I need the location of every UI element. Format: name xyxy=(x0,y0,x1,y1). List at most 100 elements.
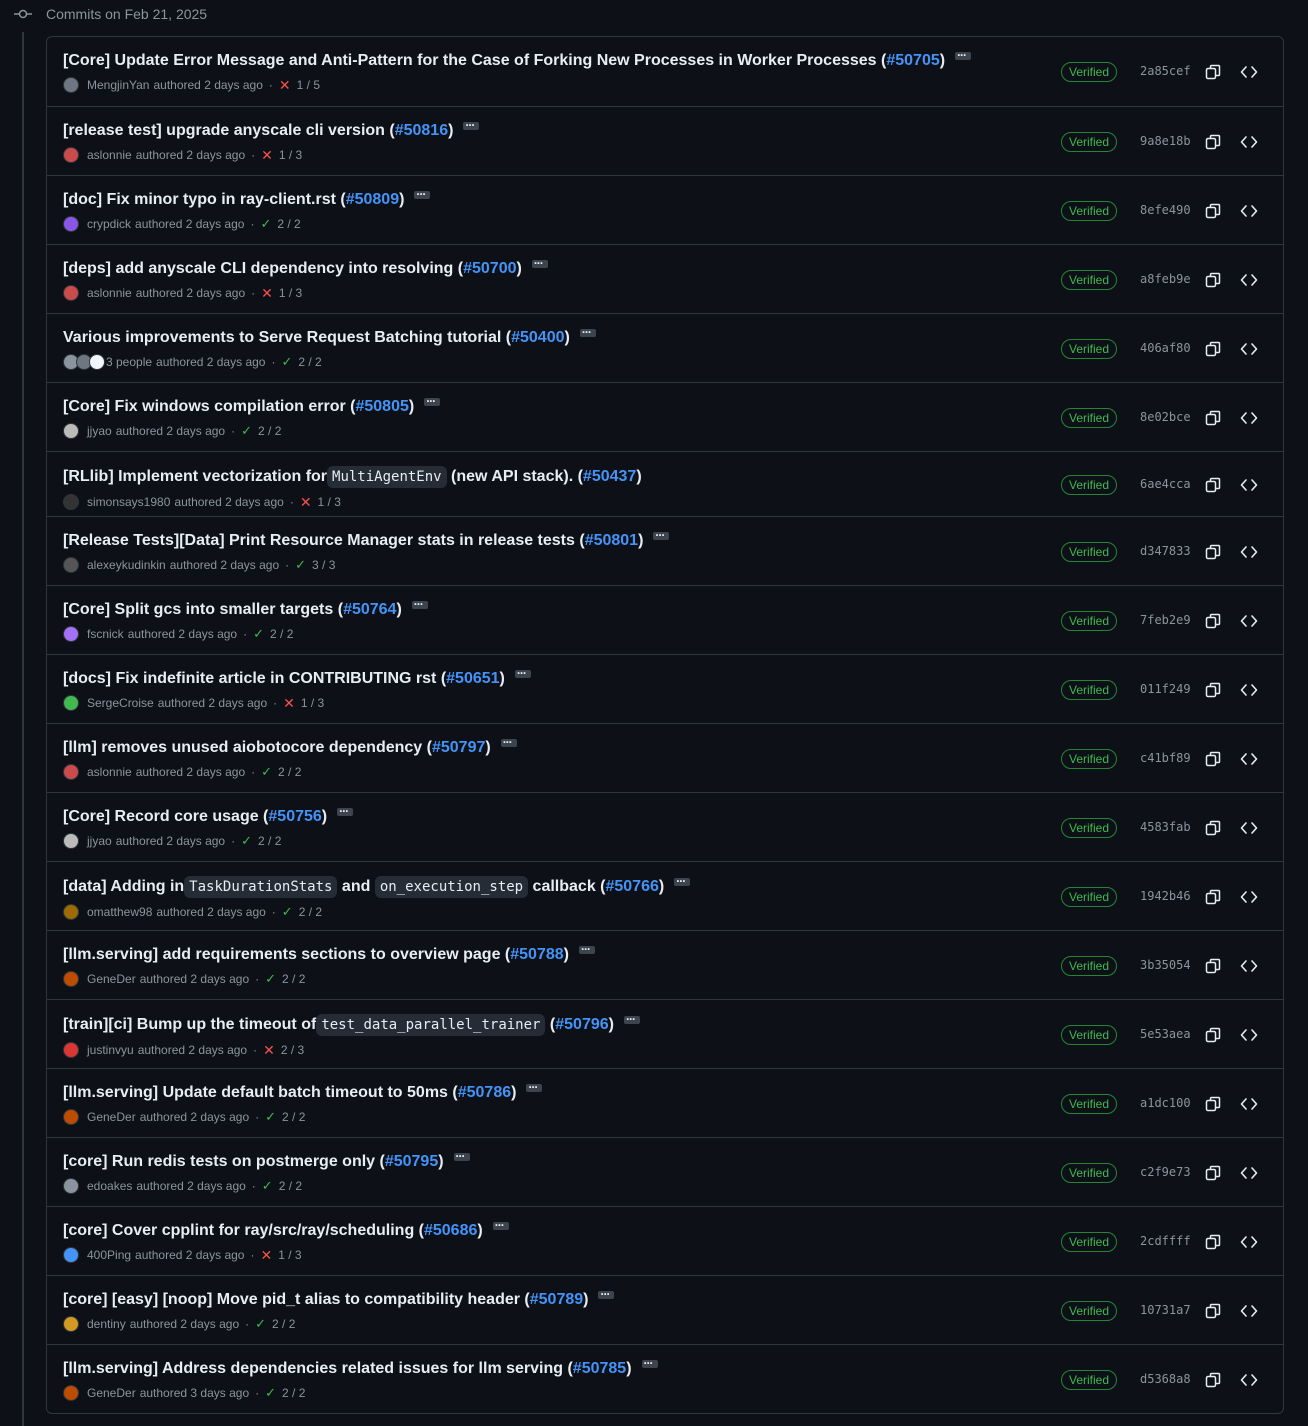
commit-sha[interactable]: a1dc100 xyxy=(1140,1096,1191,1110)
checks-count[interactable]: 1 / 3 xyxy=(301,696,324,710)
commit-sha[interactable]: 5e53aea xyxy=(1140,1027,1191,1041)
commit-title[interactable]: [RLlib] Implement vectorization for Mult… xyxy=(63,466,1083,488)
copy-icon[interactable] xyxy=(1205,889,1221,905)
author-name[interactable]: MengjinYan xyxy=(87,78,149,92)
checks-count[interactable]: 2 / 2 xyxy=(298,355,321,369)
copy-icon[interactable] xyxy=(1205,1096,1221,1112)
commit-sha[interactable]: 011f249 xyxy=(1140,682,1191,696)
check-icon[interactable]: ✓ xyxy=(261,765,272,778)
commit-sha[interactable]: c2f9e73 xyxy=(1140,1165,1191,1179)
x-icon[interactable]: ✕ xyxy=(263,1043,275,1057)
author-name[interactable]: omatthew98 xyxy=(87,905,152,919)
pull-request-link[interactable]: #50796 xyxy=(555,1015,608,1035)
avatar[interactable] xyxy=(63,1109,79,1125)
expand-description-button[interactable] xyxy=(411,594,428,614)
copy-icon[interactable] xyxy=(1205,410,1221,426)
expand-description-button[interactable] xyxy=(653,525,670,545)
pull-request-link[interactable]: #50797 xyxy=(432,738,485,758)
commit-title[interactable]: [llm.serving] add requirements sections … xyxy=(63,939,1083,965)
commit-title[interactable]: [Core] Update Error Message and Anti-Pat… xyxy=(63,45,1083,71)
check-icon[interactable]: ✓ xyxy=(265,972,276,985)
verified-badge[interactable]: Verified xyxy=(1061,1231,1118,1252)
commit-title[interactable]: [llm.serving] Address dependencies relat… xyxy=(63,1353,1083,1379)
commit-title[interactable]: [Core] Record core usage (#50756) xyxy=(63,801,1083,827)
commit-title[interactable]: [llm.serving] Update default batch timeo… xyxy=(63,1077,1083,1103)
checks-count[interactable]: 1 / 3 xyxy=(279,148,302,162)
copy-icon[interactable] xyxy=(1205,1372,1221,1388)
pull-request-link[interactable]: #50686 xyxy=(424,1221,477,1241)
commit-title-text[interactable]: [data] Adding in xyxy=(63,877,184,897)
commit-title[interactable]: [core] Run redis tests on postmerge only… xyxy=(63,1146,1083,1172)
copy-icon[interactable] xyxy=(1205,1234,1221,1250)
author-name[interactable]: aslonnie xyxy=(87,148,132,162)
avatar[interactable] xyxy=(63,285,79,301)
avatar[interactable] xyxy=(63,494,79,510)
copy-icon[interactable] xyxy=(1205,682,1221,698)
commit-title-text[interactable]: [doc] Fix minor typo in ray-client.rst ( xyxy=(63,190,346,210)
author-name[interactable]: alexeykudinkin xyxy=(87,558,166,572)
commit-title-text[interactable]: [train][ci] Bump up the timeout of xyxy=(63,1015,316,1035)
pull-request-link[interactable]: #50651 xyxy=(446,669,499,689)
browse-files-icon[interactable] xyxy=(1240,751,1258,767)
checks-count[interactable]: 1 / 3 xyxy=(279,286,302,300)
verified-badge[interactable]: Verified xyxy=(1061,541,1118,562)
author-name[interactable]: aslonnie xyxy=(87,286,132,300)
browse-files-icon[interactable] xyxy=(1240,958,1258,974)
copy-icon[interactable] xyxy=(1205,751,1221,767)
commit-title-text[interactable]: [llm.serving] add requirements sections … xyxy=(63,945,510,965)
verified-badge[interactable]: Verified xyxy=(1061,1369,1118,1390)
pull-request-link[interactable]: #50788 xyxy=(510,945,563,965)
checks-count[interactable]: 3 / 3 xyxy=(312,558,335,572)
avatar[interactable] xyxy=(63,971,79,987)
verified-badge[interactable]: Verified xyxy=(1061,886,1118,907)
author-name[interactable]: GeneDer xyxy=(87,1386,136,1400)
verified-badge[interactable]: Verified xyxy=(1061,474,1118,495)
browse-files-icon[interactable] xyxy=(1240,134,1258,150)
expand-description-button[interactable] xyxy=(578,939,595,959)
expand-description-button[interactable] xyxy=(955,45,972,65)
checks-count[interactable]: 2 / 2 xyxy=(277,217,300,231)
commit-title-text[interactable]: [Core] Record core usage ( xyxy=(63,807,268,827)
commit-title[interactable]: [llm] removes unused aiobotocore depende… xyxy=(63,732,1083,758)
avatar[interactable] xyxy=(63,1178,79,1194)
avatar[interactable] xyxy=(63,557,79,573)
commit-title-text[interactable]: [Core] Split gcs into smaller targets ( xyxy=(63,600,343,620)
browse-files-icon[interactable] xyxy=(1240,410,1258,426)
commit-sha[interactable]: 1942b46 xyxy=(1140,889,1191,903)
expand-description-button[interactable] xyxy=(598,1284,615,1304)
x-icon[interactable]: ✕ xyxy=(261,148,273,162)
avatar[interactable] xyxy=(63,695,79,711)
checks-count[interactable]: 2 / 2 xyxy=(282,1386,305,1400)
x-icon[interactable]: ✕ xyxy=(300,495,312,509)
copy-icon[interactable] xyxy=(1205,203,1221,219)
expand-description-button[interactable] xyxy=(500,732,517,752)
pull-request-link[interactable]: #50700 xyxy=(463,259,516,279)
check-icon[interactable]: ✓ xyxy=(241,424,252,437)
check-icon[interactable]: ✓ xyxy=(281,355,292,368)
browse-files-icon[interactable] xyxy=(1240,1096,1258,1112)
verified-badge[interactable]: Verified xyxy=(1061,1093,1118,1114)
avatar[interactable] xyxy=(63,216,79,232)
verified-badge[interactable]: Verified xyxy=(1061,61,1118,82)
avatar-stack[interactable] xyxy=(63,354,105,370)
commit-title-text[interactable]: [Core] Update Error Message and Anti-Pat… xyxy=(63,51,886,71)
commit-title-text[interactable]: callback ( xyxy=(528,877,606,897)
verified-badge[interactable]: Verified xyxy=(1061,610,1118,631)
expand-description-button[interactable] xyxy=(531,253,548,273)
expand-description-button[interactable] xyxy=(463,115,480,135)
commit-sha[interactable]: 2cdffff xyxy=(1140,1234,1191,1248)
pull-request-link[interactable]: #50705 xyxy=(886,51,939,71)
author-name[interactable]: dentiny xyxy=(87,1317,126,1331)
verified-badge[interactable]: Verified xyxy=(1061,338,1118,359)
commit-title-text[interactable]: ( xyxy=(545,1015,555,1035)
author-name[interactable]: jjyao xyxy=(87,834,112,848)
check-icon[interactable]: ✓ xyxy=(295,558,306,571)
author-name[interactable]: fscnick xyxy=(87,627,124,641)
commit-sha[interactable]: d347833 xyxy=(1140,544,1191,558)
commit-sha[interactable]: 4583fab xyxy=(1140,820,1191,834)
author-name[interactable]: edoakes xyxy=(87,1179,132,1193)
avatar[interactable] xyxy=(63,1042,79,1058)
commit-title[interactable]: [Core] Fix windows compilation error (#5… xyxy=(63,391,1083,417)
commit-title[interactable]: [core] [easy] [noop] Move pid_t alias to… xyxy=(63,1284,1083,1310)
author-name[interactable]: simonsays1980 xyxy=(87,495,170,509)
